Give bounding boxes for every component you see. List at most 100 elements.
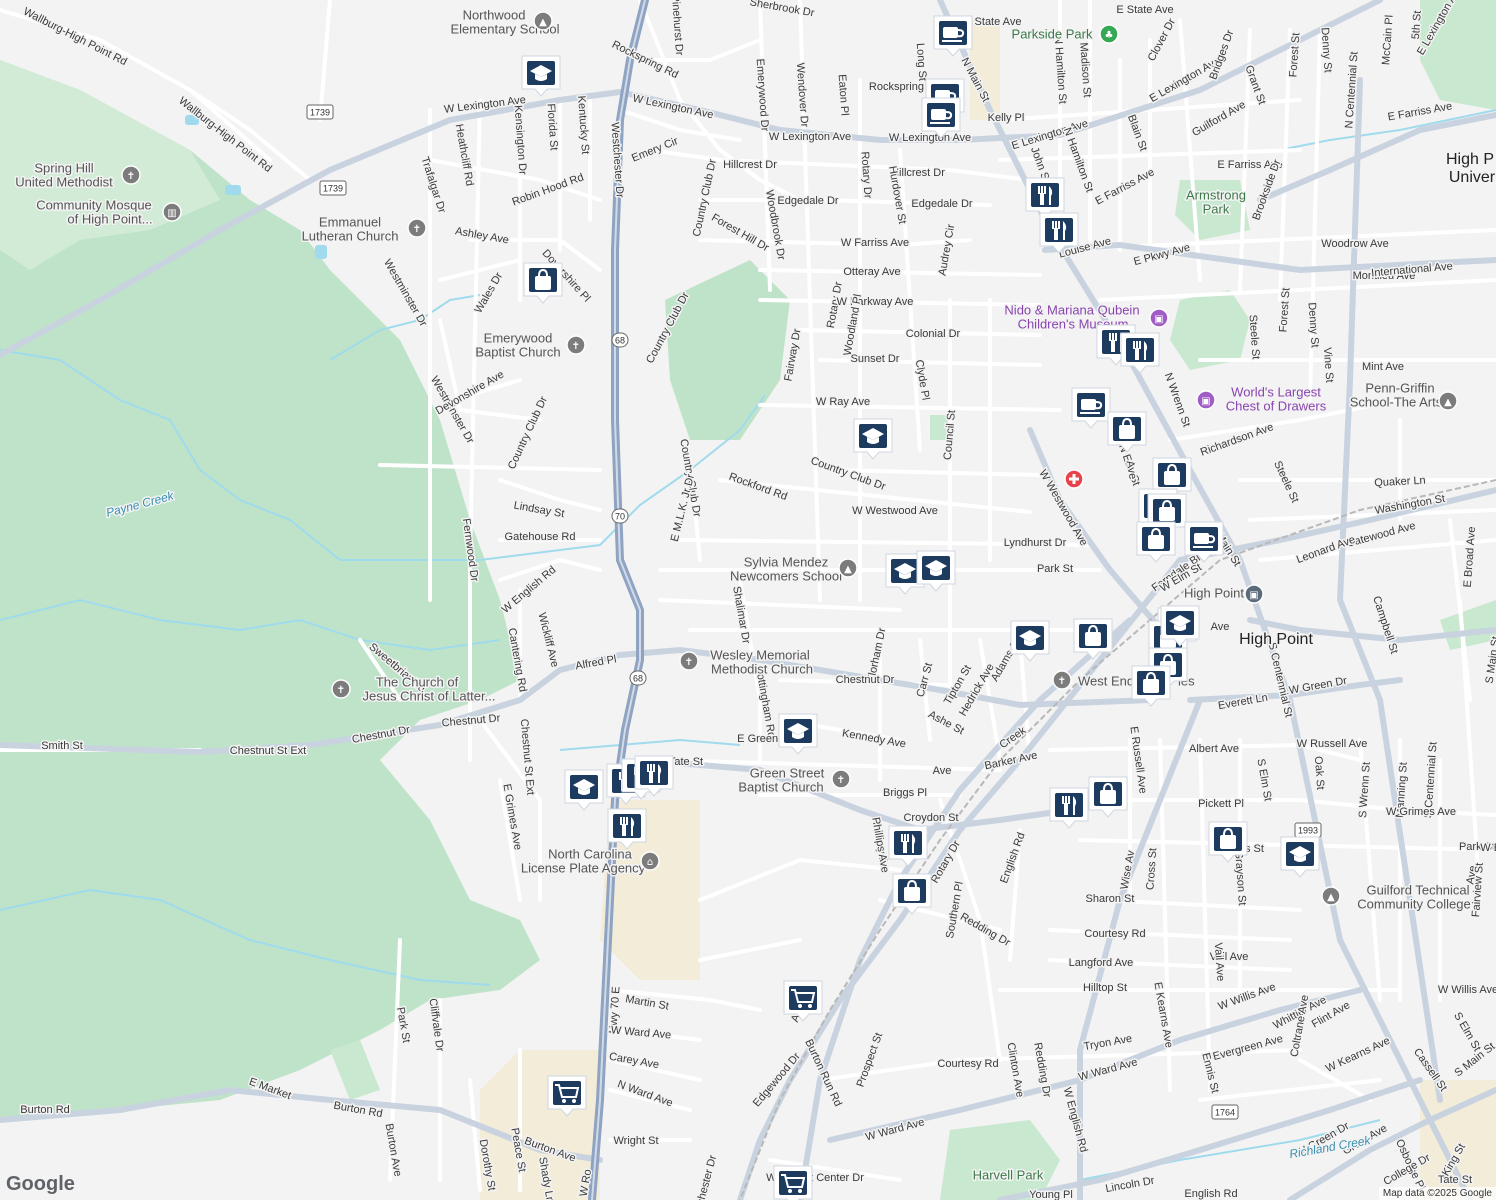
street-label: Country Club Dr	[506, 394, 550, 471]
route-number: 1993	[1298, 825, 1318, 835]
grocery-pin[interactable]	[783, 980, 823, 1022]
school-pin[interactable]	[521, 55, 561, 97]
street-label: Emery Cir	[630, 135, 680, 165]
grocery-pin[interactable]	[547, 1075, 587, 1117]
church-icon[interactable]: ✝	[566, 335, 586, 355]
place-label[interactable]: License Plate Agency	[519, 859, 647, 877]
street-label: Creek	[997, 724, 1028, 751]
place-label[interactable]: Community Mosque	[35, 196, 154, 214]
museum-label[interactable]: Chest of Drawers	[1224, 397, 1328, 415]
school-pin[interactable]	[853, 418, 893, 460]
place-label[interactable]: Green Street	[748, 764, 826, 782]
school-icon	[859, 424, 887, 448]
restaurant-pin[interactable]	[1025, 177, 1065, 219]
place-label[interactable]: Emmanuel	[317, 213, 382, 231]
place-label[interactable]: Newcomers School	[729, 567, 844, 585]
street-label: Richardson Ave	[1199, 421, 1275, 459]
place-label[interactable]: Community College	[1356, 895, 1472, 913]
map-attribution[interactable]: Map data ©2025 Google	[1378, 1187, 1496, 1200]
place-label[interactable]: of High Point...	[66, 210, 154, 228]
school-icon[interactable]: ▲	[838, 558, 858, 578]
mosque-icon[interactable]: ▥	[162, 202, 182, 222]
place-label[interactable]: The Church of	[374, 673, 460, 691]
shopping-cart-icon	[779, 1171, 807, 1195]
place-label[interactable]: Methodist Church	[710, 660, 815, 678]
street-label: Wickliff Ave	[536, 611, 561, 668]
place-label[interactable]: High Point	[1183, 584, 1246, 602]
school-pin[interactable]	[1280, 836, 1320, 878]
school-pin[interactable]	[1010, 620, 1050, 662]
park-icon[interactable]: ♣	[1099, 24, 1119, 44]
route-shield: 70	[611, 508, 629, 524]
shopping-bag-icon	[1214, 827, 1242, 851]
street-label: Pinehurst Dr	[669, 0, 685, 56]
restaurant-pin[interactable]	[888, 825, 928, 867]
place-label[interactable]: Northwood	[461, 6, 527, 24]
park-label[interactable]: Parkside Park	[1010, 25, 1094, 43]
place-label[interactable]: Guilford Technical	[1365, 881, 1471, 899]
coffee-pin[interactable]	[1071, 387, 1111, 429]
street-label: Fairview St	[1470, 862, 1486, 917]
shopping-bag-icon	[1079, 624, 1107, 648]
place-label[interactable]: Jesus Christ of Latter...	[361, 687, 497, 705]
church-icon[interactable]: ✝	[331, 679, 351, 699]
church-icon[interactable]: ✝	[679, 651, 699, 671]
street-label: Sunset Dr	[851, 353, 900, 365]
park-label[interactable]: Harvell Park	[971, 1166, 1045, 1184]
street-label: Shady Ln	[536, 1156, 556, 1200]
place-label[interactable]: Wesley Memorial	[709, 646, 812, 664]
street-label: Phillips Ave	[869, 816, 891, 873]
map-canvas[interactable]: Wallburg-High Point Rd Wallburg-High Poin…	[0, 0, 1496, 1200]
place-label[interactable]: Spring Hill	[33, 159, 95, 177]
shopping-pin[interactable]	[1131, 665, 1171, 707]
street-label: Trafalgar Dr	[418, 155, 448, 214]
shopping-pin[interactable]	[892, 873, 932, 915]
restaurant-pin[interactable]	[1049, 787, 1089, 829]
museum-label[interactable]: Nido & Mariana Qubein	[1003, 301, 1141, 319]
street-label: Denny St	[1319, 27, 1334, 73]
restaurant-icon	[1055, 793, 1083, 817]
hospital-icon[interactable]	[1064, 469, 1084, 489]
street-label: Forest St	[1277, 287, 1292, 332]
place-label[interactable]: North Carolina	[547, 845, 635, 863]
restaurant-pin[interactable]	[607, 808, 647, 850]
place-label[interactable]: Lutheran Church	[300, 227, 400, 245]
street-label: Park St	[394, 1006, 412, 1044]
shopping-pin[interactable]	[1136, 521, 1176, 563]
place-label[interactable]: West End	[1077, 672, 1136, 690]
park-label[interactable]: Park	[1201, 200, 1231, 218]
place-label[interactable]: Sylvia Mendez	[742, 553, 830, 571]
church-icon[interactable]: ✝	[831, 769, 851, 789]
park-label[interactable]: Armstrong	[1185, 186, 1248, 204]
place-label[interactable]: United Methodist	[14, 173, 115, 191]
school-pin[interactable]	[564, 769, 604, 811]
place-label[interactable]: Baptist Church	[474, 343, 562, 361]
shopping-pin[interactable]	[1107, 411, 1147, 453]
church-icon[interactable]: ✝	[407, 218, 427, 238]
street-label: Redding Dr	[958, 911, 1012, 949]
school-pin[interactable]	[778, 713, 818, 755]
place-label[interactable]: Emerywood	[482, 329, 554, 347]
government-icon[interactable]: ⌂	[640, 851, 660, 871]
restaurant-pin[interactable]	[1120, 332, 1160, 374]
museum-icon[interactable]: ▣	[1196, 390, 1216, 410]
street-label: Westminster Dr	[381, 257, 429, 329]
church-icon[interactable]: ✝	[121, 165, 141, 185]
museum-icon[interactable]: ▣	[1149, 308, 1169, 328]
museum-label[interactable]: World's Largest	[1230, 383, 1323, 401]
school-icon[interactable]: ▲	[533, 11, 553, 31]
shopping-pin[interactable]	[1073, 618, 1113, 660]
school-icon[interactable]: ▲	[1438, 391, 1458, 411]
school-icon[interactable]: ▲	[1321, 886, 1341, 906]
street-label: Emerywood Dr	[754, 58, 771, 132]
place-label[interactable]: School-The Arts	[1348, 393, 1444, 411]
shopping-pin[interactable]	[523, 262, 563, 304]
shopping-pin[interactable]	[1088, 776, 1128, 818]
place-label[interactable]: Penn-Griffin	[1364, 379, 1436, 397]
church-icon[interactable]: ✝	[1052, 670, 1072, 690]
place-label[interactable]: Baptist Church	[737, 778, 825, 796]
grocery-pin[interactable]	[773, 1165, 813, 1200]
coffee-pin[interactable]	[933, 15, 973, 57]
train-station-icon[interactable]: ▣	[1244, 584, 1264, 604]
street-label: Ave	[1211, 621, 1230, 633]
